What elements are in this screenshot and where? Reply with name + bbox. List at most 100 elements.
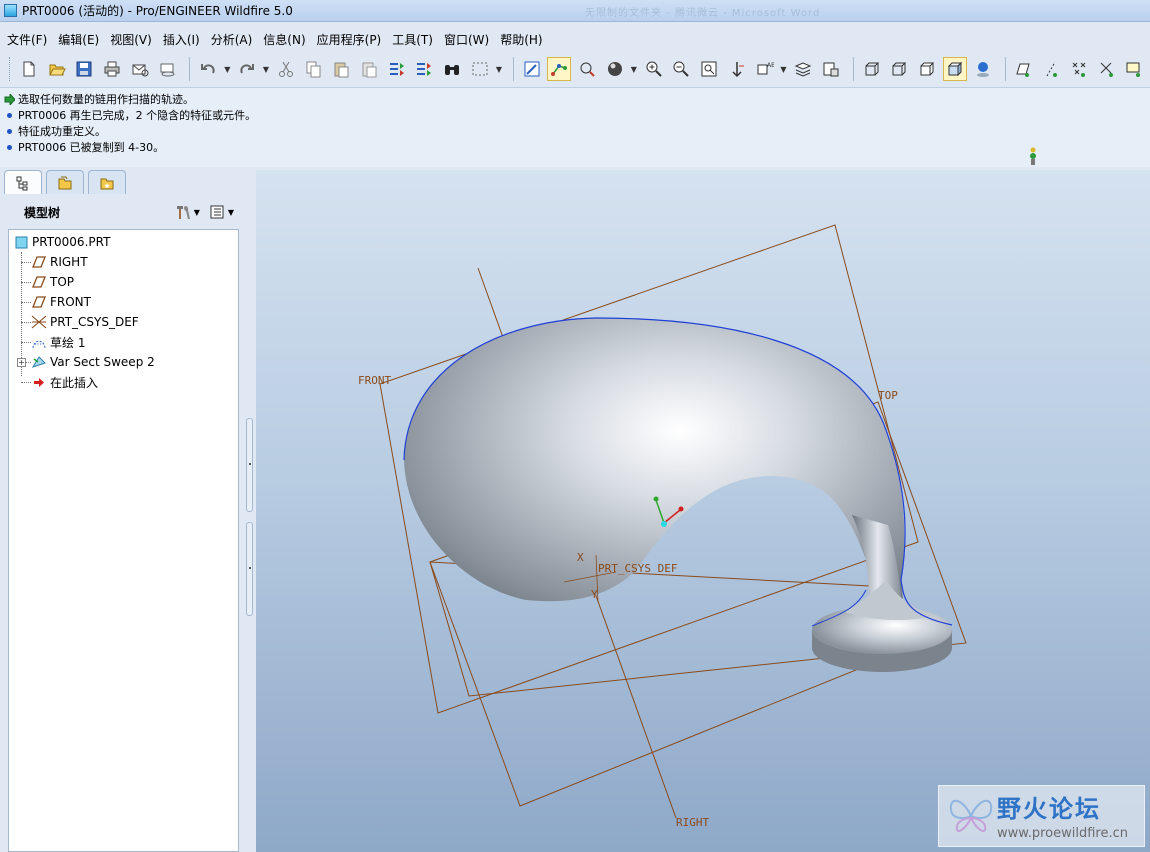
sweep-solid-body[interactable] [403, 317, 953, 672]
search-tool-button[interactable] [440, 57, 464, 81]
new-file-button[interactable] [17, 57, 41, 81]
menu-view[interactable]: 视图(V) [105, 29, 157, 50]
datum-points-toggle[interactable] [1067, 57, 1091, 81]
datum-label-top: TOP [878, 389, 898, 402]
regenerate-manager-button[interactable] [413, 57, 437, 81]
wireframe-button[interactable] [860, 57, 884, 81]
redo-dropdown-arrow[interactable]: ▼ [263, 65, 270, 74]
app-icon [4, 4, 17, 17]
no-hidden-button[interactable] [915, 57, 939, 81]
tree-root[interactable]: PRT0006.PRT [9, 232, 238, 252]
tree-item-sketch[interactable]: 草绘 1 [9, 332, 238, 352]
main-toolbar: ▼ ▼ ▼ ▼ AB ▼ [0, 53, 1150, 85]
menu-info[interactable]: 信息(N) [258, 29, 310, 50]
tree-item-var-sect-sweep[interactable]: + Var Sect Sweep 2 [9, 352, 238, 372]
menu-file[interactable]: 文件(F) [2, 29, 52, 50]
save-button[interactable] [72, 57, 96, 81]
appearance-dropdown-arrow[interactable]: ▼ [631, 65, 638, 74]
paste-special-button[interactable] [357, 57, 381, 81]
datum-axes-toggle[interactable] [1039, 57, 1063, 81]
menu-window[interactable]: 窗口(W) [439, 29, 494, 50]
cut-button[interactable] [274, 57, 298, 81]
tab-folder-browser[interactable] [46, 170, 84, 194]
tree-item-top[interactable]: TOP [9, 272, 238, 292]
zoom-out-icon [673, 61, 689, 77]
status-traffic-light-icon[interactable] [1028, 146, 1038, 166]
reorient-button[interactable] [725, 57, 749, 81]
redo-button[interactable] [235, 57, 259, 81]
background-window-title: 无限制的文件夹 - 腾讯微云 - Microsoft Word [585, 8, 821, 19]
toolbar-separator [512, 57, 514, 81]
info-message: PRT0006 已被复制到 4-30。 [4, 139, 1146, 155]
panel-sash[interactable] [246, 418, 255, 616]
zoom-out-button[interactable] [669, 57, 693, 81]
layers-icon [794, 62, 812, 77]
saved-views-icon: AB [757, 62, 774, 75]
layers-button[interactable] [791, 57, 815, 81]
tree-item-csys[interactable]: PRT_CSYS_DEF [9, 312, 238, 332]
tree-columns-dropdown-arrow[interactable]: ▼ [228, 208, 234, 217]
undo-dropdown-arrow[interactable]: ▼ [224, 65, 231, 74]
menu-tools[interactable]: 工具(T) [387, 29, 438, 50]
regenerate-button[interactable] [385, 57, 409, 81]
send-mail-button[interactable] [128, 57, 152, 81]
selection-dropdown-arrow[interactable]: ▼ [496, 65, 503, 74]
enhanced-realism-button[interactable] [971, 57, 995, 81]
toolbar-grip[interactable] [9, 57, 12, 81]
sash-handle-upper[interactable] [246, 418, 253, 512]
shading-button[interactable] [943, 57, 967, 81]
expand-toggle[interactable]: + [17, 357, 26, 367]
spin-center-button[interactable] [547, 57, 572, 81]
printer-icon [104, 61, 120, 77]
toolbar-separator [1004, 57, 1006, 81]
hidden-line-button[interactable] [888, 57, 912, 81]
annotations-toggle[interactable] [1123, 57, 1147, 81]
menu-analysis[interactable]: 分析(A) [206, 29, 258, 50]
sash-handle-lower[interactable] [246, 522, 253, 616]
view-manager-button[interactable] [819, 57, 843, 81]
saved-views-button[interactable]: AB [753, 57, 777, 81]
orient-mode-icon [580, 62, 595, 77]
zoom-in-button[interactable] [642, 57, 666, 81]
orient-mode-button[interactable] [575, 57, 599, 81]
menu-help[interactable]: 帮助(H) [495, 29, 547, 50]
tab-model-tree[interactable] [4, 170, 42, 194]
tree-item-right[interactable]: RIGHT [9, 252, 238, 272]
coordinate-systems-toggle[interactable] [1095, 57, 1119, 81]
refit-button[interactable] [697, 57, 721, 81]
new-file-icon [23, 61, 35, 77]
copy-button[interactable] [302, 57, 326, 81]
menu-applications[interactable]: 应用程序(P) [312, 29, 387, 50]
hidden-line-cube-icon [892, 62, 907, 76]
menu-edit[interactable]: 编辑(E) [53, 29, 104, 50]
send-link-button[interactable] [156, 57, 180, 81]
print-button[interactable] [100, 57, 124, 81]
tree-settings-button[interactable] [172, 203, 194, 221]
scissors-icon [278, 61, 293, 77]
tree-item-insert-here[interactable]: 在此插入 [9, 372, 238, 392]
navigator-panel: 模型树 ▼ ▼ PRT0006.PRT RIGHT TOP FRONT PRT_… [0, 195, 248, 852]
tree-item-label: FRONT [50, 295, 91, 309]
tree-settings-dropdown-arrow[interactable]: ▼ [194, 208, 200, 217]
saved-views-dropdown-arrow[interactable]: ▼ [780, 65, 787, 74]
folder-open-icon [48, 64, 66, 76]
graphics-window[interactable]: FRONT TOP RIGHT PRT_CSYS_DEF X Y [256, 170, 1150, 852]
tree-item-front[interactable]: FRONT [9, 292, 238, 312]
message-text: PRT0006 再生已完成，2 个隐含的特征或元件。 [18, 109, 257, 122]
datum-label-front: FRONT [358, 374, 391, 387]
datum-planes-toggle[interactable] [1012, 57, 1036, 81]
tree-columns-button[interactable] [206, 203, 228, 221]
model-scene[interactable]: FRONT TOP RIGHT PRT_CSYS_DEF X Y [256, 170, 1150, 852]
regenerate-icon [389, 63, 404, 76]
open-file-button[interactable] [45, 57, 69, 81]
tab-favorites[interactable] [88, 170, 126, 194]
selection-box-button[interactable] [468, 57, 492, 81]
csys-icon [1100, 62, 1113, 77]
appearance-gallery-button[interactable] [603, 57, 627, 81]
repaint-button[interactable] [520, 57, 544, 81]
menu-insert[interactable]: 插入(I) [158, 29, 205, 50]
tree-item-label: PRT_CSYS_DEF [50, 315, 139, 329]
datum-plane-icon [31, 275, 47, 289]
undo-button[interactable] [196, 57, 220, 81]
paste-button[interactable] [329, 57, 353, 81]
